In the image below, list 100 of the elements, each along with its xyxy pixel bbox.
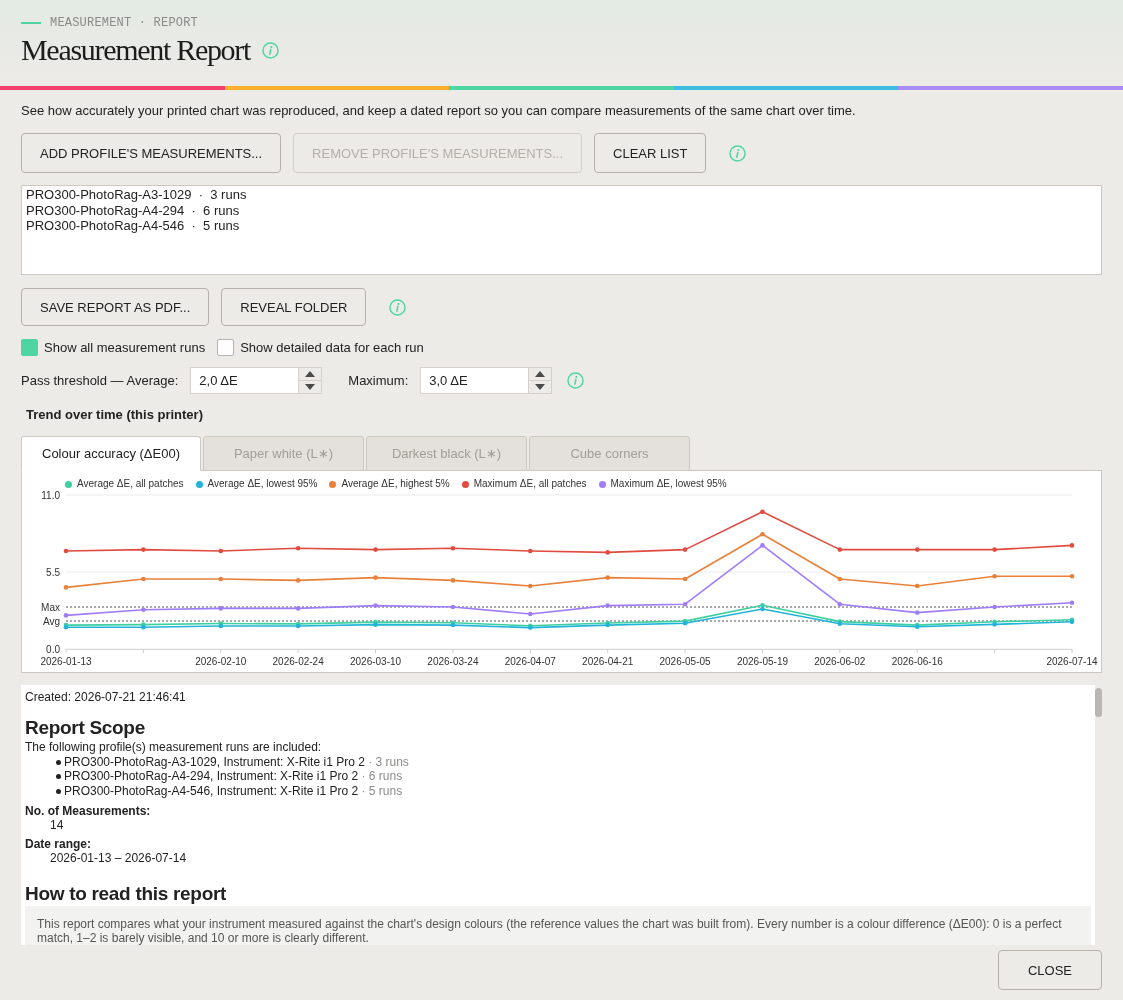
checkbox[interactable] [217,339,235,356]
data-point [837,576,843,582]
bullet-icon [56,774,61,780]
x-tick-label: 2026-04-21 [582,656,634,667]
tab[interactable]: Colour accuracy (ΔE00) [21,436,201,471]
data-point [1069,543,1075,548]
legend-label: Maximum ΔE, all patches [473,477,587,491]
down-triangle-icon [305,383,316,390]
note-paragraph: This report compares what your instrument measured against the chart's design colours (the reference values the chart was built from). Every number is a colour difference (ΔE00): 0 is a perfect match, 1–2 is barely visible, and 10 or more is clearly different. [25,905,1091,945]
x-tick-label: 2026-01-13 [40,656,92,667]
close-button[interactable]: CLOSE [998,950,1102,990]
data-point [682,601,688,607]
list-item[interactable]: PRO300-PhotoRag-A3-1029 · 3 runs [25,187,248,203]
x-tick-label: 2026-03-24 [427,656,479,667]
action-button[interactable]: CLEAR LIST [594,133,707,173]
section-heading: Trend over time (this printer) [25,407,203,423]
data-point [605,603,610,608]
x-tick-label: 2026-06-02 [814,656,866,667]
x-tick-label: 2026-05-19 [736,656,789,667]
y-tick-label: 0.0 [46,643,60,655]
legend-label: Average ΔE, lowest 95% [207,477,318,491]
profile-entry: PRO300-PhotoRag-A3-1029, Instrument: X-Rite i1 Pro 2 · 3 runs [64,754,409,770]
data-point [373,547,378,552]
legend-label: Average ΔE, all patches [77,477,184,491]
threshold-field[interactable]: 2,0 ΔE [190,367,299,394]
data-point [141,576,146,582]
intro-text: The following profile(s) measurement runs are included: [25,740,322,755]
info-icon[interactable] [729,144,747,162]
field-label: Date range: [25,837,92,851]
scrollbar-thumb[interactable] [1095,688,1102,717]
data-point [914,610,920,615]
data-point [1069,600,1075,606]
data-point [218,576,224,582]
increment-button[interactable] [298,367,323,381]
data-point [295,606,301,611]
x-tick-label: 2026-05-05 [659,656,711,667]
section-heading: How to read this report [25,882,227,905]
bullet-icon [56,788,61,794]
data-point [760,531,765,537]
profile-entry: PRO300-PhotoRag-A4-294, Instrument: X-Rite i1 Pro 2 · 6 runs [64,769,403,785]
data-point [760,543,765,548]
threshold-label: Max [41,601,60,613]
created-text: Created: 2026-07-21 21:46:41 [25,689,186,705]
data-point [528,611,533,617]
legend-label: Average ΔE, highest 5% [341,477,450,491]
action-button[interactable]: REVEAL FOLDER [221,288,367,326]
page-title: Measurement Report [21,32,251,68]
data-point [450,604,456,610]
data-point [141,607,146,613]
data-point [373,575,378,580]
threshold-label: Avg [42,615,60,627]
field-label: No. of Measurements: [25,803,151,818]
list-item[interactable]: PRO300-PhotoRag-A4-546 · 5 runs [25,218,241,234]
x-tick-label: 2026-02-10 [195,656,247,667]
action-button[interactable]: SAVE REPORT AS PDF... [21,288,210,326]
field-value: 14 [49,817,64,832]
data-point [992,547,997,552]
data-point [1069,573,1075,579]
data-point [528,548,533,554]
data-point [528,583,533,589]
data-point [682,547,688,552]
data-point [63,548,69,554]
data-point [141,547,146,552]
field-label: Pass threshold — Average: [21,372,179,389]
x-tick-label: 2026-07-14 [1046,656,1098,667]
info-icon[interactable] [262,41,280,59]
data-point [63,613,69,618]
data-point [605,575,610,580]
data-point [295,545,301,551]
up-triangle-icon [535,370,546,377]
info-icon[interactable] [567,372,585,389]
data-point [837,547,843,552]
checkbox[interactable] [21,339,38,356]
x-tick-label: 2026-06-16 [891,656,943,667]
increment-button[interactable] [528,367,553,381]
bullet-icon [56,759,61,765]
checkbox-label[interactable]: Show detailed data for each run [240,339,424,356]
section-heading: Report Scope [25,717,145,739]
data-point [760,509,765,515]
data-point [295,578,301,583]
data-point [992,573,997,579]
dash-icon [21,22,41,24]
x-tick-label: 2026-04-07 [504,656,556,667]
checkbox-label[interactable]: Show all measurement runs [44,339,206,356]
data-point [837,601,843,607]
data-point [605,550,610,555]
info-icon[interactable] [389,298,407,316]
data-point [450,578,456,583]
action-button[interactable]: ADD PROFILE'S MEASUREMENTS... [21,133,282,173]
profile-entry: PRO300-PhotoRag-A4-546, Instrument: X-Rite i1 Pro 2 · 5 runs [64,783,403,799]
y-tick-label: 5.5 [46,566,60,578]
list-item[interactable]: PRO300-PhotoRag-A4-294 · 6 runs [25,202,241,218]
field-value: 2026-01-13 – 2026-07-14 [49,851,187,866]
data-point [682,576,688,582]
x-tick-label: 2026-02-24 [272,656,324,667]
down-triangle-icon [535,383,546,390]
eyebrow-label: MEASUREMENT · REPORT [50,16,199,30]
legend-label: Maximum ΔE, lowest 95% [610,477,727,491]
threshold-field[interactable]: 3,0 ΔE [420,367,529,394]
data-point [914,547,920,552]
